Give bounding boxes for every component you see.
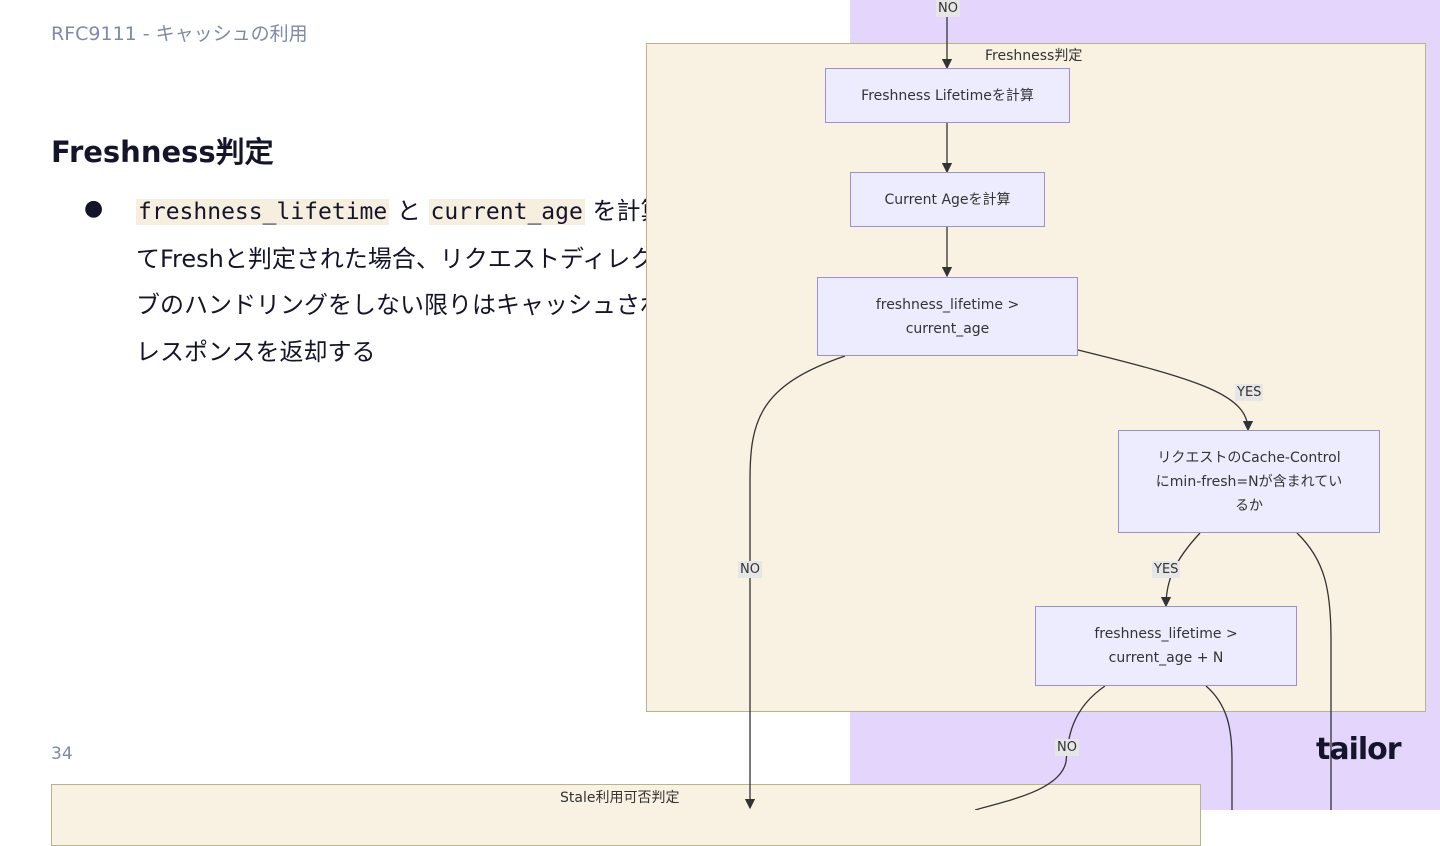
edge-label-bottom-no: NO — [1055, 739, 1079, 756]
page-number: 34 — [51, 744, 73, 764]
node-compare-min-fresh: freshness_lifetime > current_age + N — [1035, 606, 1297, 686]
edge-compare2-yes — [1205, 685, 1233, 810]
node-calc-lifetime: Freshness Lifetimeを計算 — [825, 68, 1070, 123]
edge-label-min-fresh-yes: YES — [1152, 561, 1181, 578]
flowchart: Freshness判定 Stale利用可否判定 Freshness Lifeti… — [0, 0, 1440, 846]
edge-label-top-no: NO — [936, 0, 960, 17]
node-calc-age: Current Ageを計算 — [850, 172, 1045, 227]
edge-compare-yes — [1077, 349, 1254, 432]
edge-compare2-no — [974, 685, 1106, 810]
edge-label-compare-yes: YES — [1235, 384, 1264, 401]
node-compare-basic: freshness_lifetime > current_age — [817, 277, 1078, 356]
edge-minfresh-no — [1296, 532, 1332, 810]
tailor-logo: tailor — [1316, 732, 1402, 767]
edge-label-compare-no: NO — [738, 561, 762, 578]
node-min-fresh-check: リクエストのCache-Control にmin-fresh=Nが含まれてい る… — [1118, 430, 1380, 533]
edge-compare-no — [744, 355, 846, 810]
flow-edges — [744, 0, 1332, 810]
